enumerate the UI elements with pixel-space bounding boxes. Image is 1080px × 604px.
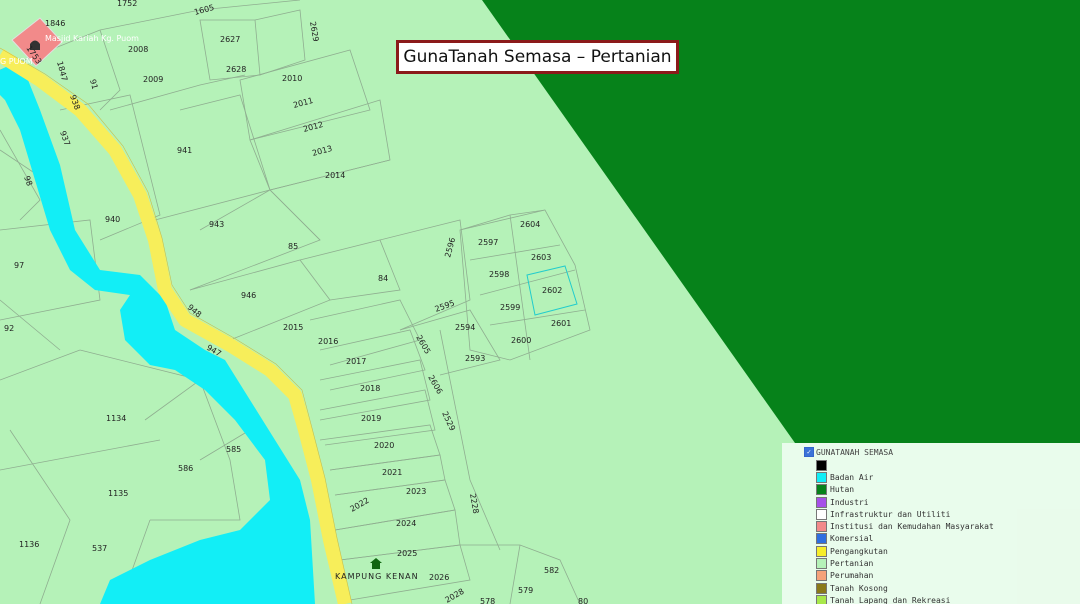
lot-label: 2600	[511, 336, 531, 345]
lot-label: 97	[14, 261, 24, 270]
lot-label: 2604	[520, 220, 540, 229]
legend-title: GUNATANAH SEMASA	[816, 447, 894, 457]
mosque-label: Masjid Kariah Kg. Puom	[45, 34, 139, 43]
lot-label: 2025	[397, 549, 417, 558]
legend-item-label: Pertanian	[830, 559, 874, 569]
lot-label: 84	[378, 274, 388, 283]
legend-swatch	[816, 508, 827, 520]
legend-item-label: Komersial	[830, 534, 874, 544]
legend-item-label: Perumahan	[830, 571, 874, 581]
legend-item: Pertanian	[816, 557, 1080, 570]
legend-item-label: Badan Air	[830, 472, 874, 482]
lot-label: 1752	[117, 0, 137, 8]
legend-swatch	[816, 545, 827, 557]
lot-label: 85	[288, 242, 298, 251]
lot-label: 2009	[143, 75, 163, 84]
lot-label: 1135	[108, 489, 128, 498]
lot-label: 585	[226, 445, 241, 454]
legend-swatch	[816, 496, 827, 508]
lot-label: 2593	[465, 354, 485, 363]
legend-item: Badan Air	[816, 471, 1080, 483]
lot-label: 92	[4, 324, 14, 333]
legend-item-label: Tanah Kosong	[830, 583, 888, 593]
place-label-kampung-kenan: KAMPUNG KENAN	[335, 572, 419, 581]
legend-swatch	[816, 484, 827, 496]
legend-item: Pengangkutan	[816, 545, 1080, 557]
legend-item-label: Institusi dan Kemudahan Masyarakat	[830, 522, 994, 532]
lot-label: 943	[209, 220, 224, 229]
legend-item-label: Infrastruktur dan Utiliti	[830, 509, 951, 519]
lot-label: 2018	[360, 384, 380, 393]
lot-label: 2026	[429, 573, 449, 582]
legend-swatch	[816, 582, 827, 594]
legend-item: Tanah Lapang dan Rekreasi	[816, 594, 1080, 604]
lot-label: 2024	[396, 519, 416, 528]
legend-item-label: Hutan	[830, 485, 855, 495]
legend-item: Infrastruktur dan Utiliti	[816, 508, 1080, 520]
lot-label: 2016	[318, 337, 338, 346]
legend-item: Institusi dan Kemudahan Masyarakat	[816, 520, 1080, 533]
legend-item-label: Pengangkutan	[830, 546, 888, 556]
legend-item: Hutan	[816, 484, 1080, 496]
lot-label: 2019	[361, 414, 381, 423]
lot-label: 2014	[325, 171, 345, 180]
lot-label: 2020	[374, 441, 394, 450]
legend-swatch	[816, 521, 827, 533]
legend-panel[interactable]: ✓ GUNATANAH SEMASA Badan Air Hutan Industr…	[782, 443, 1080, 604]
legend-swatch	[816, 570, 827, 582]
lot-label: 2597	[478, 238, 498, 247]
lot-label: 940	[105, 215, 120, 224]
lot-label: 2602	[542, 286, 562, 295]
lot-label: 2023	[406, 487, 426, 496]
lot-label: 1846	[45, 19, 65, 28]
legend-swatch	[816, 594, 827, 604]
lot-label: 537	[92, 544, 107, 553]
lot-label: 579	[518, 586, 533, 595]
legend-swatch	[816, 533, 827, 545]
lot-label: 2021	[382, 468, 402, 477]
place-label-kampung-puom: G PUOM	[0, 57, 33, 66]
lot-label: 2598	[489, 270, 509, 279]
legend-item: Perumahan	[816, 570, 1080, 582]
map-title: GunaTanah Semasa – Pertanian	[396, 40, 679, 74]
legend-item: Tanah Kosong	[816, 582, 1080, 594]
lot-label: 2627	[220, 35, 240, 44]
legend-swatch	[816, 459, 827, 471]
legend-item: Komersial	[816, 533, 1080, 545]
lot-label: 80	[578, 597, 588, 604]
lot-label: 2008	[128, 45, 148, 54]
legend-header[interactable]: ✓ GUNATANAH SEMASA	[782, 445, 1080, 459]
legend-swatch	[816, 558, 827, 570]
lot-label: 946	[241, 291, 256, 300]
lot-label: 1134	[106, 414, 126, 423]
lot-label: 2010	[282, 74, 302, 83]
lot-label: 586	[178, 464, 193, 473]
legend-item-label: Industri	[830, 497, 869, 507]
lot-label: 578	[480, 597, 495, 604]
lot-label: 2594	[455, 323, 475, 332]
lot-label: 1136	[19, 540, 39, 549]
lot-label: 2601	[551, 319, 571, 328]
lot-label: 2603	[531, 253, 551, 262]
lot-label: 941	[177, 146, 192, 155]
lot-label: 2628	[226, 65, 246, 74]
legend-layer-checkbox[interactable]: ✓	[804, 447, 814, 457]
lot-label: 2015	[283, 323, 303, 332]
legend-items: Badan Air Hutan Industri Infrastruktur dan …	[804, 459, 1080, 604]
legend-item	[816, 459, 1080, 471]
lot-label: 2599	[500, 303, 520, 312]
lot-label: 582	[544, 566, 559, 575]
lot-label: 2017	[346, 357, 366, 366]
legend-swatch	[816, 471, 827, 483]
legend-item-label: Tanah Lapang dan Rekreasi	[830, 595, 951, 604]
legend-item: Industri	[816, 496, 1080, 508]
